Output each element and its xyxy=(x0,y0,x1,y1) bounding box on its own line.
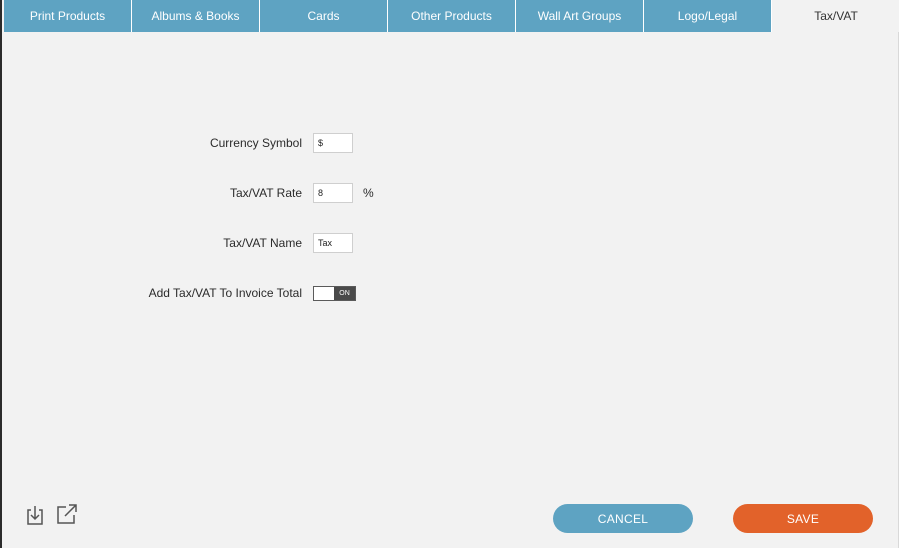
tax-name-input[interactable] xyxy=(313,233,353,253)
add-tax-to-invoice-toggle[interactable]: ON xyxy=(313,286,356,301)
save-button[interactable]: SAVE xyxy=(733,504,873,533)
tax-rate-input[interactable] xyxy=(313,183,353,203)
settings-window: Print Products Albums & Books Cards Othe… xyxy=(0,0,899,548)
currency-symbol-label: Currency Symbol xyxy=(209,136,302,150)
tab-print-products[interactable]: Print Products xyxy=(4,0,132,32)
tab-cards[interactable]: Cards xyxy=(260,0,388,32)
tax-name-label: Tax/VAT Name xyxy=(223,236,302,250)
tab-tax-vat[interactable]: Tax/VAT xyxy=(772,0,899,32)
tab-bar: Print Products Albums & Books Cards Othe… xyxy=(4,0,899,32)
currency-symbol-input[interactable] xyxy=(313,133,353,153)
tab-wall-art-groups[interactable]: Wall Art Groups xyxy=(516,0,644,32)
percent-unit: % xyxy=(363,186,374,200)
cancel-button[interactable]: CANCEL xyxy=(553,504,693,533)
tab-albums-books[interactable]: Albums & Books xyxy=(132,0,260,32)
tax-rate-label: Tax/VAT Rate xyxy=(229,186,302,200)
toggle-state: ON xyxy=(334,287,355,300)
export-icon[interactable] xyxy=(55,502,77,524)
tab-other-products[interactable]: Other Products xyxy=(388,0,516,32)
import-icon[interactable] xyxy=(25,504,47,526)
add-tax-to-invoice-label: Add Tax/VAT To Invoice Total xyxy=(148,286,302,300)
tab-logo-legal[interactable]: Logo/Legal xyxy=(644,0,772,32)
